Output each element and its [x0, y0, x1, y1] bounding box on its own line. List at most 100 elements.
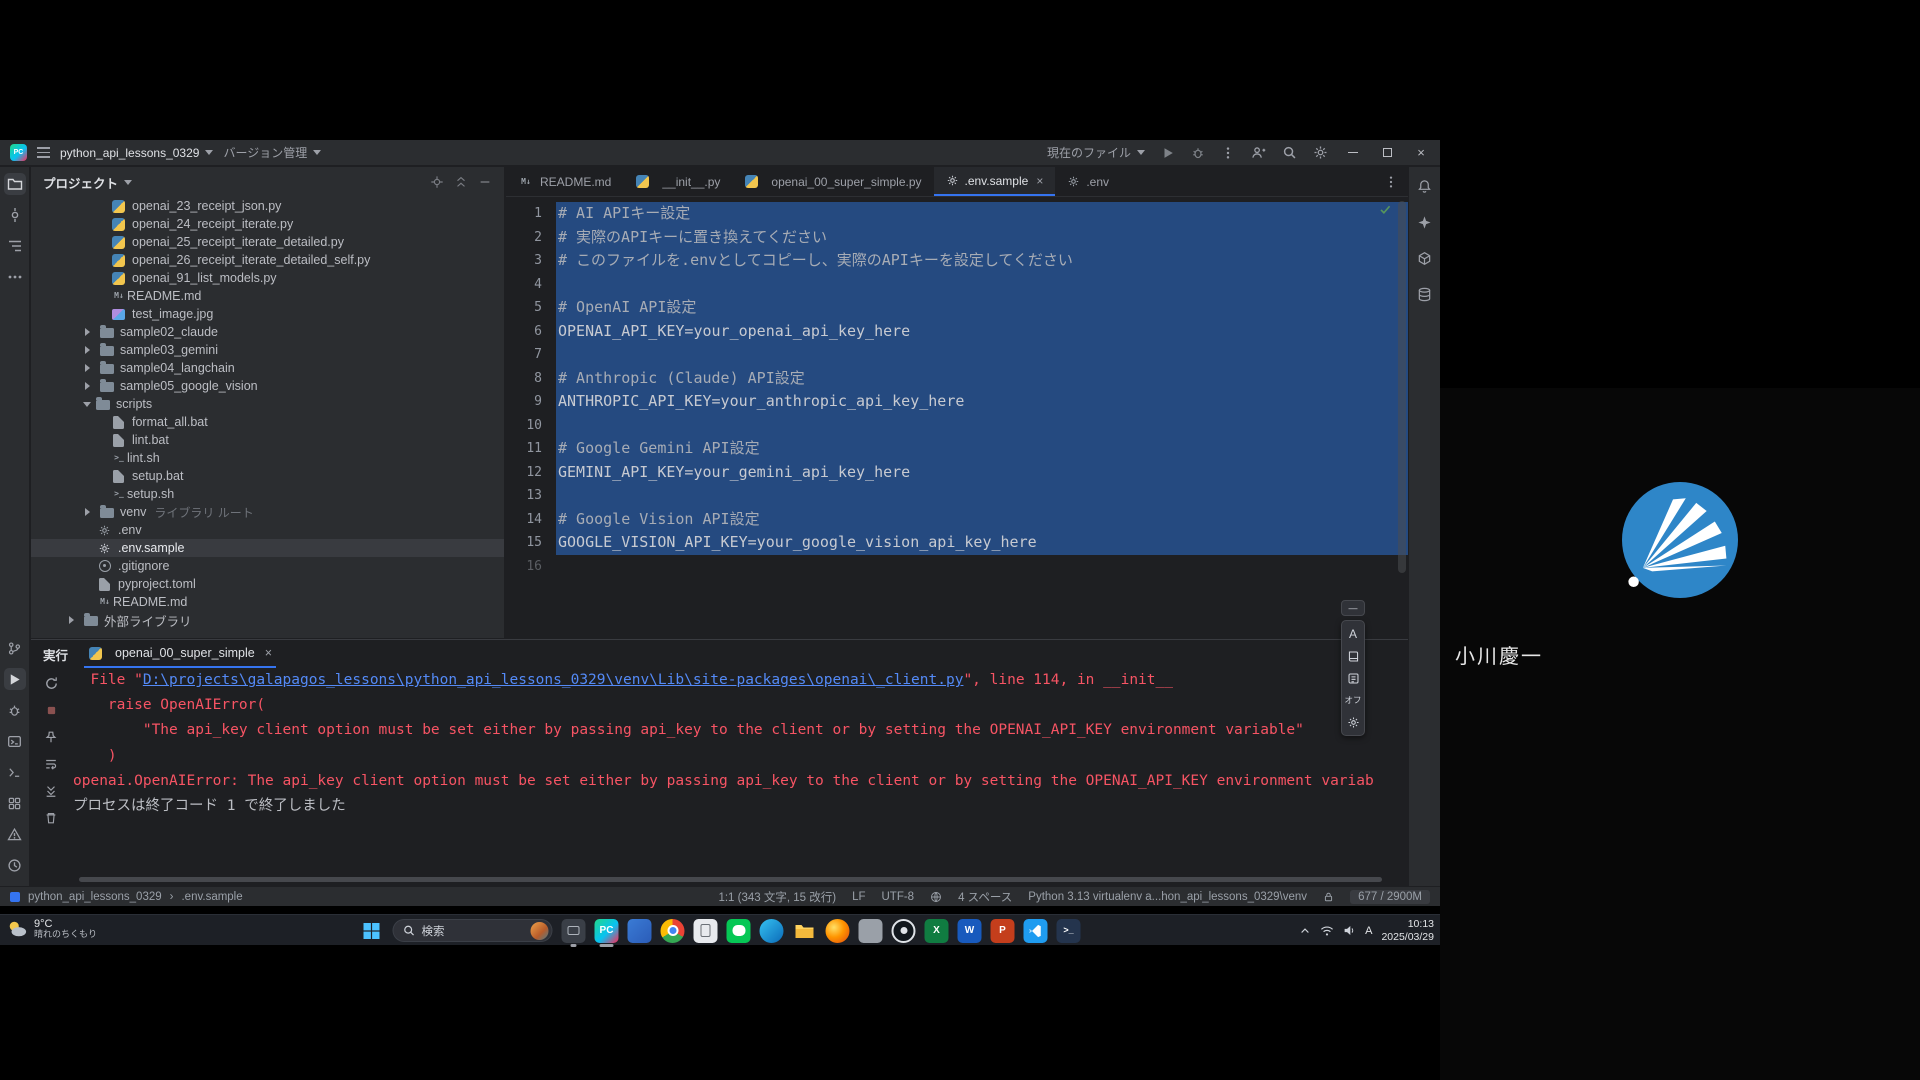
grey-app-icon[interactable]	[859, 919, 883, 943]
tab-env-sample[interactable]: .env.sample×	[934, 167, 1056, 196]
calculator-icon[interactable]	[694, 919, 718, 943]
memory-indicator[interactable]: 677 / 2900M	[1350, 890, 1430, 904]
run-config-selector[interactable]: 現在のファイル	[1047, 144, 1145, 161]
chrome-icon[interactable]	[661, 919, 685, 943]
tree-item-external-libraries[interactable]: 外部ライブラリ	[31, 611, 504, 629]
horizontal-scrollbar[interactable]	[79, 877, 1382, 882]
search-everywhere-icon[interactable]	[1282, 145, 1297, 160]
tree-item[interactable]: lint.bat	[31, 431, 504, 449]
tab-readme[interactable]: M↓README.md	[506, 167, 623, 196]
tree-item[interactable]: >_setup.sh	[31, 485, 504, 503]
scroll-to-end-icon[interactable]	[44, 784, 58, 798]
pycharm-app-icon[interactable]: PC	[595, 919, 619, 943]
tree-item[interactable]: openai_91_list_models.py	[31, 269, 504, 287]
python-interpreter[interactable]: Python 3.13 virtualenv a...hon_api_lesso…	[1028, 891, 1307, 903]
notifications-bell-icon[interactable]	[1414, 175, 1436, 197]
ime-dictionary-icon[interactable]	[1343, 646, 1363, 666]
code-editor[interactable]: 1# AI APIキー設定 2# 実際のAPIキーに置き換えてください 3# こ…	[506, 198, 1408, 638]
tree-item[interactable]: openai_24_receipt_iterate.py	[31, 215, 504, 233]
wifi-icon[interactable]	[1320, 925, 1334, 937]
select-opened-file-icon[interactable]	[430, 175, 444, 189]
file-explorer-icon[interactable]	[793, 919, 817, 943]
blue-app-icon[interactable]	[628, 919, 652, 943]
volume-icon[interactable]	[1343, 924, 1356, 937]
editor-scrollbar[interactable]	[1398, 201, 1406, 573]
readonly-lock-icon[interactable]	[1323, 891, 1334, 903]
tree-item[interactable]: venvライブラリ ルート	[31, 503, 504, 521]
powerpoint-icon[interactable]: P	[991, 919, 1015, 943]
vcs-tool-icon[interactable]	[4, 637, 26, 659]
collapse-all-icon[interactable]	[454, 175, 468, 189]
debug-tool-icon[interactable]	[4, 699, 26, 721]
more-actions-icon[interactable]	[1221, 146, 1235, 160]
obs-icon[interactable]	[892, 919, 916, 943]
stack-trace-link[interactable]: D:\projects\galapagos_lessons\python_api…	[143, 672, 964, 688]
tree-item[interactable]: >_lint.sh	[31, 449, 504, 467]
ai-assistant-icon[interactable]	[1414, 211, 1436, 233]
tree-item[interactable]: openai_26_receipt_iterate_detailed_self.…	[31, 251, 504, 269]
line-separator[interactable]: LF	[852, 891, 865, 903]
tree-item[interactable]: pyproject.toml	[31, 575, 504, 593]
project-tool-icon[interactable]	[4, 173, 26, 195]
run-tab[interactable]: openai_00_super_simple ×	[84, 640, 276, 668]
tree-item[interactable]: sample05_google_vision	[31, 377, 504, 395]
gradle-plugins-icon[interactable]	[1414, 247, 1436, 269]
tree-item[interactable]: setup.bat	[31, 467, 504, 485]
terminal-app-icon[interactable]: >_	[1057, 919, 1081, 943]
hide-panel-icon[interactable]	[478, 175, 492, 189]
tree-item[interactable]: sample02_claude	[31, 323, 504, 341]
todo-tool-icon[interactable]	[4, 854, 26, 876]
firefox-icon[interactable]	[826, 919, 850, 943]
start-button[interactable]	[360, 919, 384, 943]
tree-item[interactable]: .env	[31, 521, 504, 539]
close-tab-icon[interactable]: ×	[1036, 174, 1043, 188]
code-with-me-icon[interactable]	[1251, 145, 1266, 160]
taskbar-clock[interactable]: 10:13 2025/03/29	[1381, 918, 1434, 942]
structure-tool-icon[interactable]	[4, 235, 26, 257]
run-console[interactable]: File "D:\projects\galapagos_lessons\pyth…	[73, 668, 1408, 874]
tree-item[interactable]: openai_23_receipt_json.py	[31, 197, 504, 215]
ime-mode-indicator[interactable]: A	[1365, 925, 1372, 937]
tab-init-py[interactable]: __init__.py	[623, 167, 732, 196]
weather-widget[interactable]: 9°C晴れのちくもり	[6, 918, 97, 940]
soft-wrap-icon[interactable]	[44, 757, 58, 771]
maximize-button[interactable]	[1378, 144, 1396, 162]
inspections-ok-icon[interactable]	[1379, 203, 1392, 216]
tab-env[interactable]: .env	[1055, 167, 1121, 196]
edge-icon[interactable]	[760, 919, 784, 943]
problems-tool-icon[interactable]	[4, 823, 26, 845]
minimize-button[interactable]	[1344, 144, 1362, 162]
terminal-tool-icon[interactable]	[4, 761, 26, 783]
line-app-icon[interactable]	[727, 919, 751, 943]
pin-icon[interactable]	[44, 730, 58, 744]
database-icon[interactable]	[1414, 283, 1436, 305]
tree-item[interactable]: M↓README.md	[31, 593, 504, 611]
vcs-widget[interactable]: バージョン管理	[223, 144, 321, 161]
tree-item[interactable]: M↓README.md	[31, 287, 504, 305]
tree-item[interactable]: sample03_gemini	[31, 341, 504, 359]
globe-icon[interactable]	[930, 891, 942, 903]
run-tool-icon[interactable]	[4, 668, 26, 690]
tray-chevron-up-icon[interactable]	[1299, 925, 1311, 937]
tree-item[interactable]: .gitignore	[31, 557, 504, 575]
vscode-icon[interactable]	[1024, 919, 1048, 943]
caret-position[interactable]: 1:1 (343 文字, 15 改行)	[718, 889, 836, 905]
tree-item[interactable]: format_all.bat	[31, 413, 504, 431]
main-menu-icon[interactable]	[37, 147, 50, 158]
indent-setting[interactable]: 4 スペース	[958, 889, 1012, 905]
project-panel-header[interactable]: プロジェクト	[31, 167, 504, 197]
clear-console-icon[interactable]	[44, 811, 58, 825]
file-encoding[interactable]: UTF-8	[881, 891, 914, 903]
word-icon[interactable]: W	[958, 919, 982, 943]
project-selector[interactable]: python_api_lessons_0329	[60, 146, 213, 160]
capture-app-icon[interactable]	[562, 919, 586, 943]
rerun-icon[interactable]	[44, 676, 59, 691]
tab-openai-00[interactable]: openai_00_super_simple.py	[732, 167, 933, 196]
excel-icon[interactable]: X	[925, 919, 949, 943]
more-tool-windows-icon[interactable]	[4, 266, 26, 288]
tree-item[interactable]: test_image.jpg	[31, 305, 504, 323]
tree-item[interactable]: sample04_langchain	[31, 359, 504, 377]
ime-off-label[interactable]: オフ	[1343, 690, 1363, 710]
close-button[interactable]: ×	[1412, 144, 1430, 162]
breadcrumb-project[interactable]: python_api_lessons_0329	[28, 891, 162, 903]
